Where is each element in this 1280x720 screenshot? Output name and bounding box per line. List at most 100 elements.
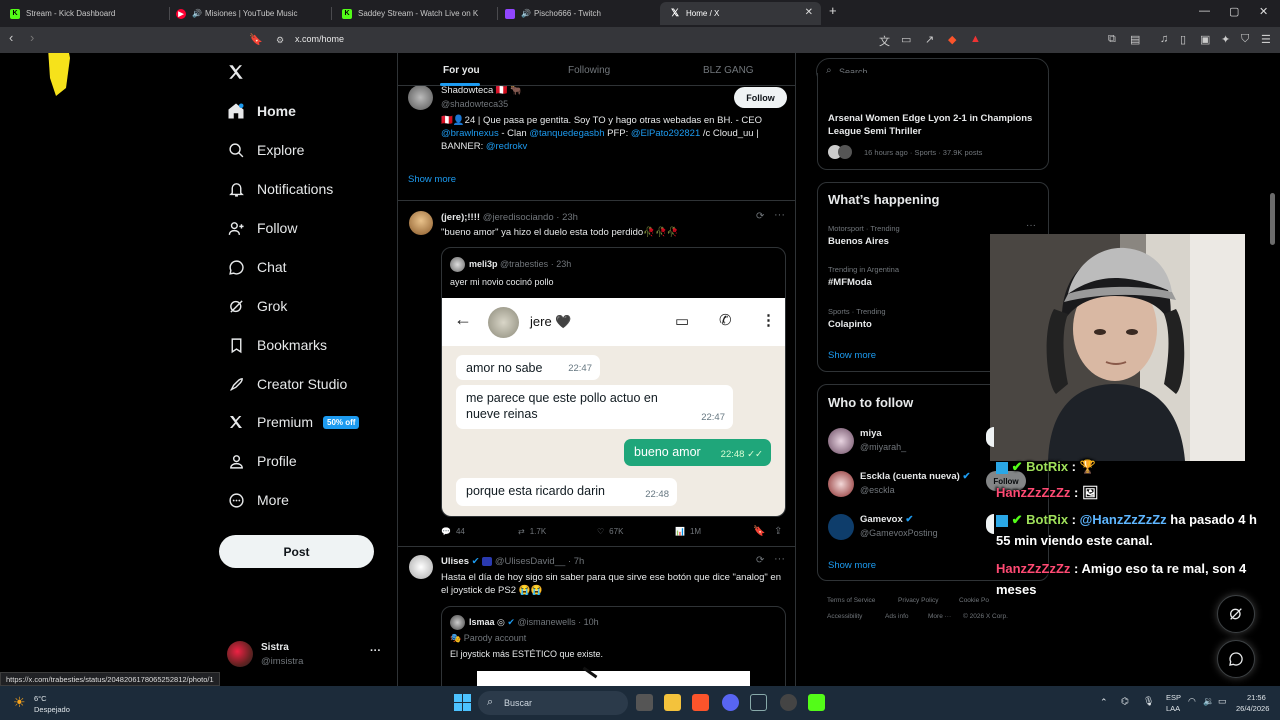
network-icon[interactable]: ⌬ [1121, 696, 1129, 707]
clock-time[interactable]: 21:56 [1247, 693, 1266, 702]
translate-icon[interactable]: 文 [879, 33, 890, 49]
suggested-user-name[interactable]: Esckla (cuenta nueva) [860, 471, 960, 482]
reader-icon[interactable]: ▤ [1130, 33, 1140, 46]
footer-link[interactable]: Ads info [885, 613, 909, 620]
nav-chat[interactable]: Chat [227, 258, 287, 276]
clock-date[interactable]: 26/4/2026 [1236, 704, 1269, 713]
post-button[interactable]: Post [219, 535, 374, 568]
author-handle[interactable]: @UlisesDavid__ [495, 556, 565, 567]
follow-button[interactable] [986, 427, 994, 447]
bookmark-icon[interactable]: 🔖 [753, 526, 765, 537]
x-logo-icon[interactable] [227, 63, 245, 81]
nav-premium[interactable]: Premium 50% off [227, 413, 360, 431]
wifi-icon[interactable]: ◠ [1188, 696, 1196, 707]
url-field[interactable]: x.com/home [295, 34, 344, 44]
back-icon[interactable]: ‹ [9, 30, 13, 45]
account-switcher[interactable]: Sistra @imsistra ··· [227, 639, 387, 671]
browser-tab[interactable]: K Saddey Stream - Watch Live on K [332, 2, 498, 25]
browser-tab[interactable]: K Stream - Kick Dashboard [0, 2, 170, 25]
weather-desc[interactable]: Despejado [34, 705, 70, 714]
battery-icon[interactable]: ▭ [1218, 696, 1227, 707]
suggested-user-name[interactable]: miya [860, 428, 882, 439]
footer-link[interactable]: Cookie Po [959, 597, 989, 604]
nav-profile[interactable]: Profile [227, 452, 297, 470]
vpn-icon[interactable]: ⛉ [1241, 33, 1249, 46]
volume-icon[interactable]: 🔉 [1203, 696, 1214, 707]
menu-icon[interactable]: ☰ [1261, 33, 1271, 46]
tweet-time[interactable]: · 23h [556, 212, 578, 223]
mention-link[interactable]: @redrokv [486, 141, 527, 152]
repost-button[interactable]: ⇄ 1.7K [518, 527, 546, 536]
nav-notifications[interactable]: Notifications [227, 180, 333, 198]
footer-link[interactable]: Accessibility [827, 613, 862, 620]
more-options-icon[interactable]: ··· [774, 209, 785, 221]
nav-more[interactable]: More [227, 491, 289, 509]
close-window-icon[interactable]: ✕ [1259, 5, 1268, 18]
microphone-icon[interactable]: 🎙 [1143, 696, 1154, 707]
footer-link[interactable]: Terms of Service [827, 597, 875, 604]
author-name[interactable]: (jere);!!!! [441, 212, 480, 223]
nav-explore[interactable]: Explore [227, 141, 304, 159]
avatar[interactable] [828, 471, 854, 497]
more-options-icon[interactable]: ··· [774, 553, 785, 565]
maximize-icon[interactable]: ▢ [1229, 5, 1239, 18]
taskbar-search-input[interactable]: ⌕ Buscar [478, 691, 628, 715]
weather-icon[interactable]: ☀ [13, 694, 26, 711]
avatar[interactable] [828, 428, 854, 454]
news-headline[interactable]: Arsenal Women Edge Lyon 2-1 in Champions… [828, 112, 1038, 138]
mention-link[interactable]: @ElPato292821 [631, 128, 700, 139]
suggested-user-handle[interactable]: @esckla [860, 485, 895, 495]
show-more-link[interactable]: Show more [828, 350, 876, 361]
tab-following[interactable]: Following [568, 65, 610, 76]
author-name[interactable]: Ulises [441, 556, 469, 567]
mention-link[interactable]: @brawlnexus [441, 128, 499, 139]
minimize-icon[interactable]: — [1199, 5, 1210, 17]
quoted-image[interactable] [477, 666, 750, 686]
avatar[interactable] [408, 85, 433, 110]
quoted-tweet[interactable]: Ismaa ◎ ✔ @ismanewells · 10h 🎭 Parody ac… [441, 606, 786, 686]
leo-ai-icon[interactable]: ✦ [1221, 33, 1230, 46]
share-icon[interactable]: ⇪ [774, 526, 782, 537]
avatar[interactable] [409, 555, 433, 579]
brave-shields-icon[interactable]: ◆ [948, 33, 956, 46]
trend-item[interactable]: Buenos Aires [828, 236, 889, 247]
reply-button[interactable]: 💬 44 [441, 527, 465, 536]
show-more-link[interactable]: Show more [408, 174, 456, 185]
brave-browser-icon[interactable] [692, 694, 709, 711]
nav-bookmarks[interactable]: Bookmarks [227, 336, 327, 354]
footer-link[interactable]: More ··· [928, 613, 951, 620]
nav-grok[interactable]: Grok [227, 297, 287, 315]
like-button[interactable]: ♡ 67K [597, 527, 623, 536]
mention-link[interactable]: @tanquedegasbh [529, 128, 604, 139]
account-menu-icon[interactable]: ··· [370, 645, 381, 657]
browser-tab[interactable]: ▶ 🔊 Misiones | YouTube Music [166, 2, 332, 25]
weather-temp[interactable]: 6°C [34, 694, 47, 703]
quoted-tweet[interactable]: meli3p @trabesties · 23h ayer mi novio c… [441, 247, 786, 517]
close-tab-icon[interactable]: ✕ [805, 7, 813, 18]
discord-icon[interactable] [722, 694, 739, 711]
share-icon[interactable]: ↗ [925, 33, 934, 46]
chat-screenshot-image[interactable]: ← jere 🖤 ▭ ✆ ⋮ amor no sabe 22:47 me par… [442, 298, 785, 516]
tweet[interactable]: (jere);!!!! @jeredisociando · 23h ⟳ ··· … [398, 201, 795, 545]
nav-home[interactable]: Home [227, 102, 296, 120]
sidebar-icon[interactable]: ▯ [1180, 33, 1186, 46]
browser-tab-active[interactable]: 𝕏 Home / X ✕ [660, 2, 821, 25]
wallet-icon[interactable]: ▣ [1200, 33, 1210, 46]
tweet[interactable]: Ulises ✔ @UlisesDavid__ · 7h ⟳ ··· Hasta… [398, 547, 795, 686]
trend-item[interactable]: Colapinto [828, 319, 872, 330]
chat-fab-button[interactable] [1217, 640, 1255, 678]
suggested-user-handle[interactable]: @miyarah_ [860, 442, 906, 452]
windows-start-icon[interactable] [454, 694, 471, 711]
trend-item[interactable]: #MFModa [828, 277, 872, 288]
new-tab-button[interactable]: + [829, 3, 837, 18]
steam-icon[interactable] [750, 694, 767, 711]
task-view-icon[interactable] [636, 694, 653, 711]
tweet-time[interactable]: · 7h [568, 556, 584, 567]
tab-blz-gang[interactable]: BLZ GANG [703, 65, 754, 76]
views-button[interactable]: 📊 1M [675, 527, 701, 536]
obs-icon[interactable] [780, 694, 797, 711]
nav-creator-studio[interactable]: Creator Studio [227, 375, 347, 393]
extensions-icon[interactable]: ⧉ [1108, 33, 1116, 46]
follow-button[interactable]: Follow [734, 87, 787, 108]
screenshot-icon[interactable]: ▭ [901, 33, 911, 46]
